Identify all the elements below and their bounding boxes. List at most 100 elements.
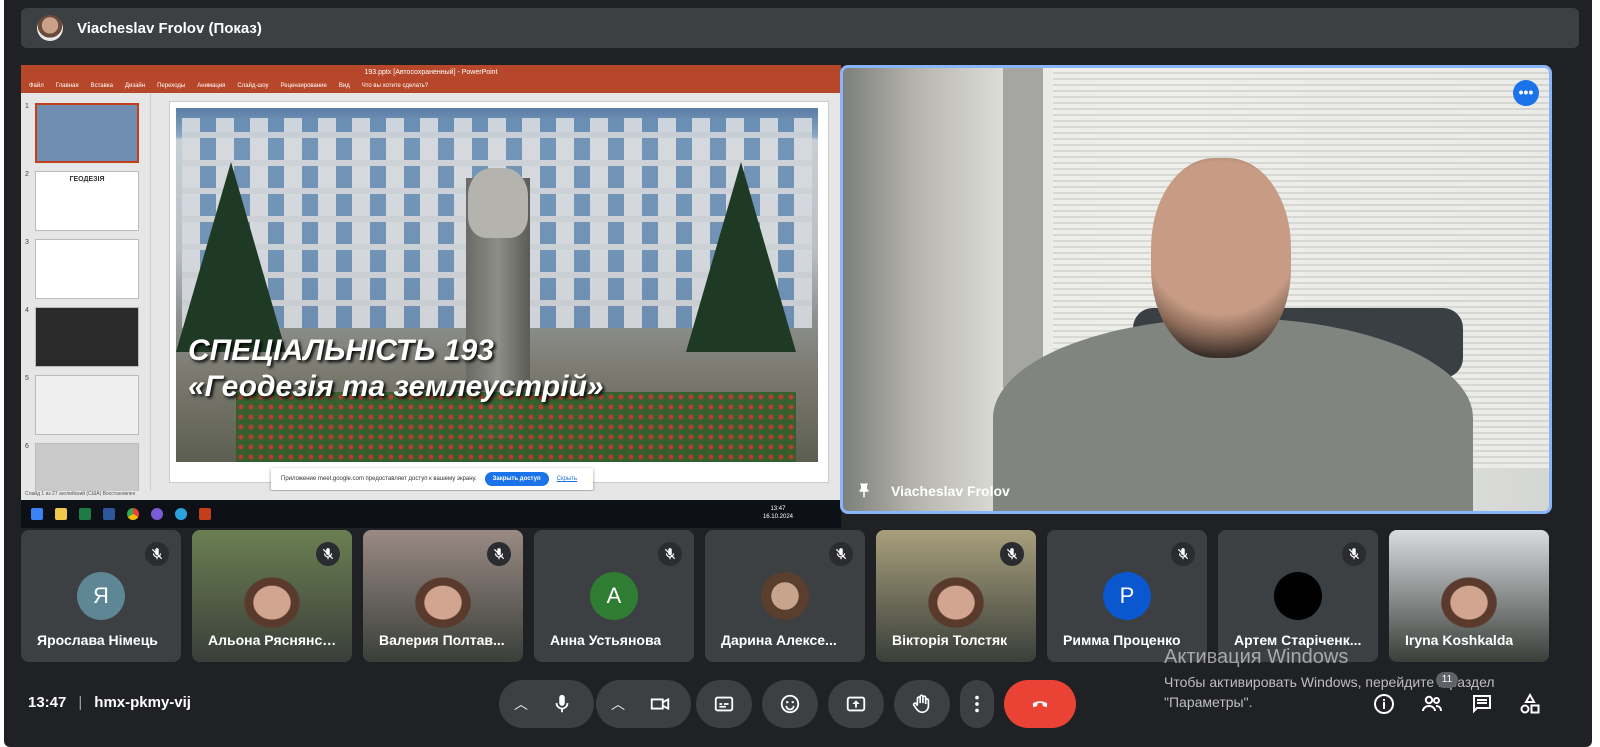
ribbon-tab[interactable]: Анимация [197, 83, 225, 89]
thumbnail-number: 2 [25, 171, 29, 178]
presenter-avatar [37, 15, 63, 41]
participant-tile[interactable]: Iryna Koshkalda [1389, 530, 1549, 662]
mic-off-icon [487, 542, 511, 566]
ribbon-tab[interactable]: Вид [339, 83, 350, 89]
status-text: Слайд 1 из 27 английский (США) Восстанов… [25, 491, 136, 497]
info-icon [1374, 694, 1394, 714]
excel-icon [79, 508, 91, 520]
stop-sharing-button[interactable]: Закрыть доступ [484, 472, 549, 486]
ribbon-tab[interactable]: Дизайн [125, 83, 145, 89]
people-icon [1422, 695, 1442, 712]
participant-name: Альона Ряснянсь... [208, 632, 340, 648]
slide-thumbnail[interactable] [35, 239, 139, 299]
ribbon-tab[interactable]: Рецензирование [281, 83, 327, 89]
emoji-icon [780, 694, 800, 714]
chat-button[interactable] [1468, 690, 1496, 718]
ribbon-tab[interactable]: Главная [56, 83, 79, 89]
slide-thumbnail[interactable] [35, 307, 139, 367]
powerpoint-ribbon: Файл Главная Вставка Дизайн Переходы Анимация… [21, 79, 841, 93]
mic-off-icon [1000, 542, 1024, 566]
speaker-tile[interactable]: ••• Viacheslav Frolov [840, 65, 1552, 514]
slide-thumbnails: 1 2 ГЕОДЕЗІЯ 3 4 5 6 [21, 93, 151, 503]
participants-count-badge: 11 [1436, 672, 1458, 688]
more-actions-button[interactable] [960, 680, 994, 728]
participant-tile[interactable]: Альона Ряснянсь... [192, 530, 352, 662]
thumbnail-number: 1 [25, 103, 29, 110]
participant-name: Валерия Полтав... [379, 632, 505, 648]
tree-right [686, 162, 796, 352]
camera-button[interactable] [636, 680, 684, 728]
powerpoint-icon [199, 508, 211, 520]
participant-avatar [761, 572, 809, 620]
thumbnail-number: 6 [25, 443, 29, 450]
camera-icon [650, 697, 670, 711]
ribbon-tab[interactable]: Вставка [91, 83, 113, 89]
chat-icon [1473, 695, 1491, 714]
participant-tile[interactable]: A Анна Устьянова [534, 530, 694, 662]
camera-options-chevron-icon[interactable]: ︿ [606, 680, 630, 728]
powerpoint-titlebar: 193.pptx [Автосохраненный] - PowerPoint [21, 65, 841, 79]
leave-call-button[interactable] [1004, 680, 1076, 728]
ribbon-search[interactable]: Что вы хотите сделать? [362, 83, 428, 89]
participant-tile[interactable]: Я Ярослава Німець [21, 530, 181, 662]
telegram-icon [175, 508, 187, 520]
present-screen-button[interactable] [828, 680, 884, 728]
participant-tile[interactable]: Валерия Полтав... [363, 530, 523, 662]
participant-avatar: A [590, 572, 638, 620]
meeting-info: 13:47 | hmx-pkmy-vij [28, 694, 191, 711]
microphone-button[interactable] [538, 680, 586, 728]
tree-left [176, 162, 286, 352]
powerpoint-body: 1 2 ГЕОДЕЗІЯ 3 4 5 6 СПЕЦІАЛЬНІСТЬ 193 «Геодез… [21, 93, 841, 503]
slide-thumbnail[interactable] [35, 103, 139, 163]
ribbon-tab[interactable]: Файл [29, 83, 44, 89]
participant-tile[interactable]: Дарина Алексе... [705, 530, 865, 662]
participant-tile[interactable]: Вікторія Толстяк [876, 530, 1036, 662]
monument-bust [468, 168, 528, 238]
participant-name: Римма Проценко [1063, 632, 1181, 648]
thumbnail-number: 5 [25, 375, 29, 382]
captions-button[interactable] [696, 680, 752, 728]
thumbnail-number: 3 [25, 239, 29, 246]
presenter-title: Viacheslav Frolov (Показ) [77, 19, 262, 37]
participant-tile[interactable]: Артем Старіченк... [1218, 530, 1378, 662]
windows-activation-title: Активация Windows [1164, 646, 1349, 668]
participant-name: Дарина Алексе... [721, 632, 837, 648]
more-options-icon[interactable]: ••• [1513, 80, 1539, 106]
ribbon-tab[interactable]: Слайд-шоу [237, 83, 268, 89]
microphone-icon [555, 694, 569, 713]
meeting-time: 13:47 [28, 694, 67, 711]
thumbnail-label: ГЕОДЕЗІЯ [69, 176, 105, 183]
slide-thumbnail[interactable] [35, 375, 139, 435]
screen-share-notice: Приложение meet.google.com предоставляет… [271, 468, 593, 490]
hand-icon [912, 694, 930, 714]
slide-thumbnail[interactable]: ГЕОДЕЗІЯ [35, 171, 139, 231]
raise-hand-button[interactable] [894, 680, 950, 728]
share-notice-text: Приложение meet.google.com предоставляет… [281, 476, 477, 482]
mic-off-icon [1171, 542, 1195, 566]
mic-options-chevron-icon[interactable]: ︿ [509, 680, 533, 728]
participant-name: Ярослава Німець [37, 632, 158, 648]
current-slide: СПЕЦІАЛЬНІСТЬ 193 «Геодезія та землеустр… [176, 108, 818, 462]
participant-avatar [1274, 572, 1322, 620]
slide-heading: СПЕЦІАЛЬНІСТЬ 193 [188, 334, 494, 367]
mic-off-icon [829, 542, 853, 566]
people-button[interactable] [1418, 690, 1446, 718]
powerpoint-window-title: 193.pptx [Автосохраненный] - PowerPoint [364, 68, 498, 76]
activities-button[interactable] [1516, 690, 1544, 718]
mic-off-icon [1342, 542, 1366, 566]
windows-taskbar: 13:47 16.10.2024 [21, 500, 841, 528]
participant-avatar: Я [77, 572, 125, 620]
ribbon-tab[interactable]: Переходы [157, 83, 185, 89]
slide-subheading: «Геодезія та землеустрій» [188, 370, 604, 403]
screen-share-tile[interactable]: 193.pptx [Автосохраненный] - PowerPoint … [21, 65, 841, 528]
file-explorer-icon [55, 508, 67, 520]
pin-icon[interactable] [855, 481, 873, 501]
hide-notice-link[interactable]: Скрыть [557, 476, 577, 482]
participant-tile[interactable]: P Римма Проценко [1047, 530, 1207, 662]
end-call-icon [1032, 701, 1048, 708]
slide-editor: СПЕЦІАЛЬНІСТЬ 193 «Геодезія та землеустр… [169, 101, 829, 483]
mic-off-icon [658, 542, 682, 566]
meeting-details-button[interactable] [1370, 690, 1398, 718]
clock-time: 13:47 [770, 506, 786, 512]
reactions-button[interactable] [762, 680, 818, 728]
